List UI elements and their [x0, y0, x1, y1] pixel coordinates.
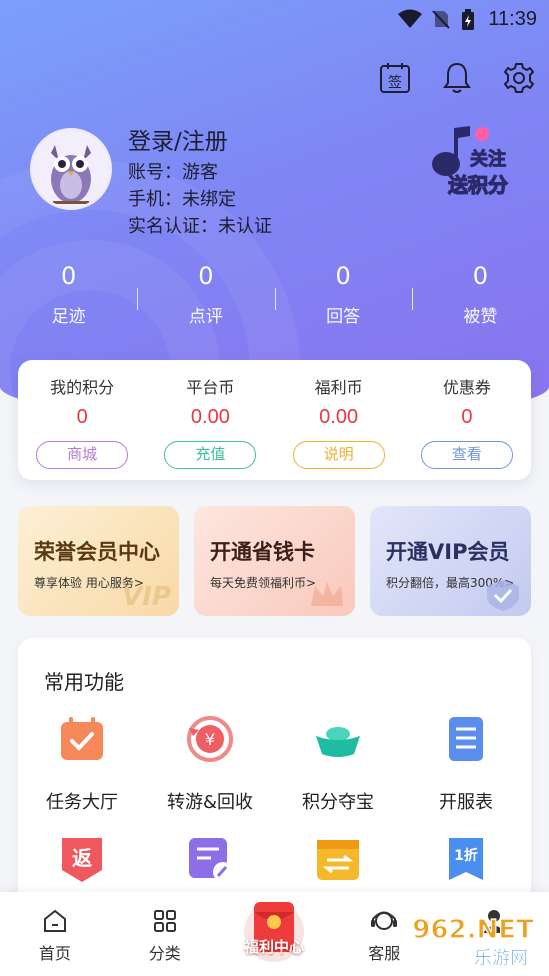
rebate-icon: 返	[62, 838, 102, 882]
watermark-line-2: 乐游网	[474, 948, 528, 969]
recycle-icon: ¥	[187, 716, 233, 762]
wallet-points: 我的积分 0 商城	[18, 374, 146, 480]
explain-button[interactable]: 说明	[292, 441, 385, 469]
points-treasure-item[interactable]: 积分夺宝	[274, 714, 402, 834]
wallet-title: 平台币	[186, 378, 235, 397]
wallet-value: 0.00	[319, 406, 359, 428]
stat-label: 被赞	[463, 307, 498, 327]
notification-button[interactable]	[437, 58, 477, 98]
avatar[interactable]	[30, 128, 112, 210]
tab-home[interactable]: 首页	[0, 892, 110, 976]
promo-line-2: 送积分	[448, 173, 508, 197]
site-watermark: 962.NET 乐游网	[405, 908, 541, 970]
wallet-coupons: 优惠券 0 查看	[403, 374, 531, 480]
music-note-badge-icon: 关注 送积分	[432, 126, 509, 198]
stat-likes[interactable]: 0 被赞	[411, 262, 549, 327]
treasure-icon	[316, 727, 360, 757]
header-actions: 签	[375, 58, 539, 98]
watermark-line-1: 962.NET	[412, 915, 534, 945]
calendar-sign-icon: 签	[380, 63, 410, 93]
account-info: 账号：游客	[128, 162, 218, 183]
stat-value: 0	[472, 262, 489, 290]
card-title: 开通VIP会员	[386, 540, 510, 564]
stat-value: 0	[198, 262, 214, 290]
promo-line-1: 关注	[470, 148, 506, 170]
tab-label: 分类	[148, 944, 181, 963]
discount-icon: 1折	[449, 838, 483, 880]
transfer-icon	[317, 840, 359, 880]
wifi-icon	[398, 9, 422, 28]
stat-reviews[interactable]: 0 点评	[137, 262, 274, 327]
watermark-logo-icon: 962.NET 乐游网	[412, 914, 535, 969]
wallet-panel: 我的积分 0 商城 平台币 0.00 充值 福利币 0.00 说明 优惠券 0 …	[18, 360, 531, 480]
bell-icon	[443, 62, 471, 93]
wallet-platform-coin: 平台币 0.00 充值	[146, 374, 274, 480]
follow-reward-badge[interactable]: 关注 送积分	[426, 120, 526, 200]
stat-footprint[interactable]: 0 足迹	[0, 262, 137, 327]
function-label: 开服表	[439, 792, 493, 813]
crown-icon	[311, 582, 343, 606]
view-coupons-button[interactable]: 查看	[420, 441, 513, 469]
wallet-title: 优惠券	[442, 378, 491, 397]
stat-label: 点评	[188, 307, 223, 327]
section-title: 常用功能	[44, 670, 124, 694]
wallet-value: 0	[76, 406, 88, 428]
member-cards: 荣誉会员中心 尊享体验 用心服务> VIP 开通省钱卡 每天免费领福利币> 开通…	[18, 506, 531, 616]
wallet-value: 0	[461, 406, 473, 428]
stat-value: 0	[335, 262, 351, 290]
realname-info: 实名认证：未认证	[128, 216, 272, 237]
sign-glyph: 签	[388, 74, 402, 91]
phone-info: 手机：未绑定	[128, 189, 236, 210]
server-list-item[interactable]: 开服表	[402, 714, 530, 834]
owl-avatar-icon	[33, 131, 109, 207]
tab-category[interactable]: 分类	[110, 892, 220, 976]
wallet-title: 福利币	[314, 378, 363, 397]
tab-label: 首页	[38, 944, 71, 963]
function-label: 积分夺宝	[302, 792, 374, 813]
recharge-button[interactable]: 充值	[164, 441, 257, 469]
saving-card[interactable]: 开通省钱卡 每天免费领福利币>	[194, 506, 355, 616]
rebate-glyph: 返	[72, 846, 92, 870]
discount-glyph: 1折	[454, 847, 478, 864]
honor-member-card[interactable]: 荣誉会员中心 尊享体验 用心服务> VIP	[18, 506, 179, 616]
status-bar: 11:39	[0, 0, 549, 36]
category-icon	[153, 910, 176, 932]
mall-button[interactable]: 商城	[36, 441, 129, 469]
clock: 11:39	[488, 8, 537, 30]
function-label: 转游&回收	[166, 792, 254, 813]
card-title: 开通省钱卡	[210, 540, 315, 564]
settings-button[interactable]	[499, 58, 539, 98]
stat-label: 足迹	[51, 307, 86, 327]
task-icon	[61, 717, 103, 760]
wallet-title: 我的积分	[50, 378, 115, 397]
stat-value: 0	[60, 262, 77, 290]
function-label: 任务大厅	[46, 792, 118, 813]
card-title: 荣誉会员中心	[34, 540, 160, 564]
login-register-link[interactable]: 登录/注册	[128, 122, 228, 156]
stat-answers[interactable]: 0 回答	[274, 262, 412, 327]
stat-label: 回答	[326, 307, 361, 327]
no-sim-icon	[432, 10, 450, 29]
wallet-welfare-coin: 福利币 0.00 说明	[275, 374, 403, 480]
vip-member-card[interactable]: 开通VIP会员 积分翻倍，最高300%>	[370, 506, 531, 616]
svg-text:¥: ¥	[205, 730, 215, 749]
battery-charging-icon	[462, 9, 474, 30]
edit-doc-icon	[189, 838, 233, 882]
home-icon	[43, 909, 66, 932]
task-hall-item[interactable]: 任务大厅	[18, 714, 146, 834]
user-stats: 0 足迹 0 点评 0 回答 0 被赞	[0, 262, 549, 327]
vip-watermark: VIP	[122, 582, 171, 612]
tab-label: 福利中心	[243, 938, 304, 956]
server-list-icon	[449, 717, 483, 761]
gear-icon	[504, 63, 534, 93]
tab-welfare-center[interactable]: 福利中心	[236, 898, 312, 964]
vip-shield-icon	[487, 580, 519, 611]
sign-in-button[interactable]: 签	[375, 58, 415, 98]
transfer-recycle-item[interactable]: ¥ 转游&回收	[146, 714, 274, 834]
support-icon	[371, 911, 398, 930]
wallet-value: 0.00	[190, 406, 230, 428]
